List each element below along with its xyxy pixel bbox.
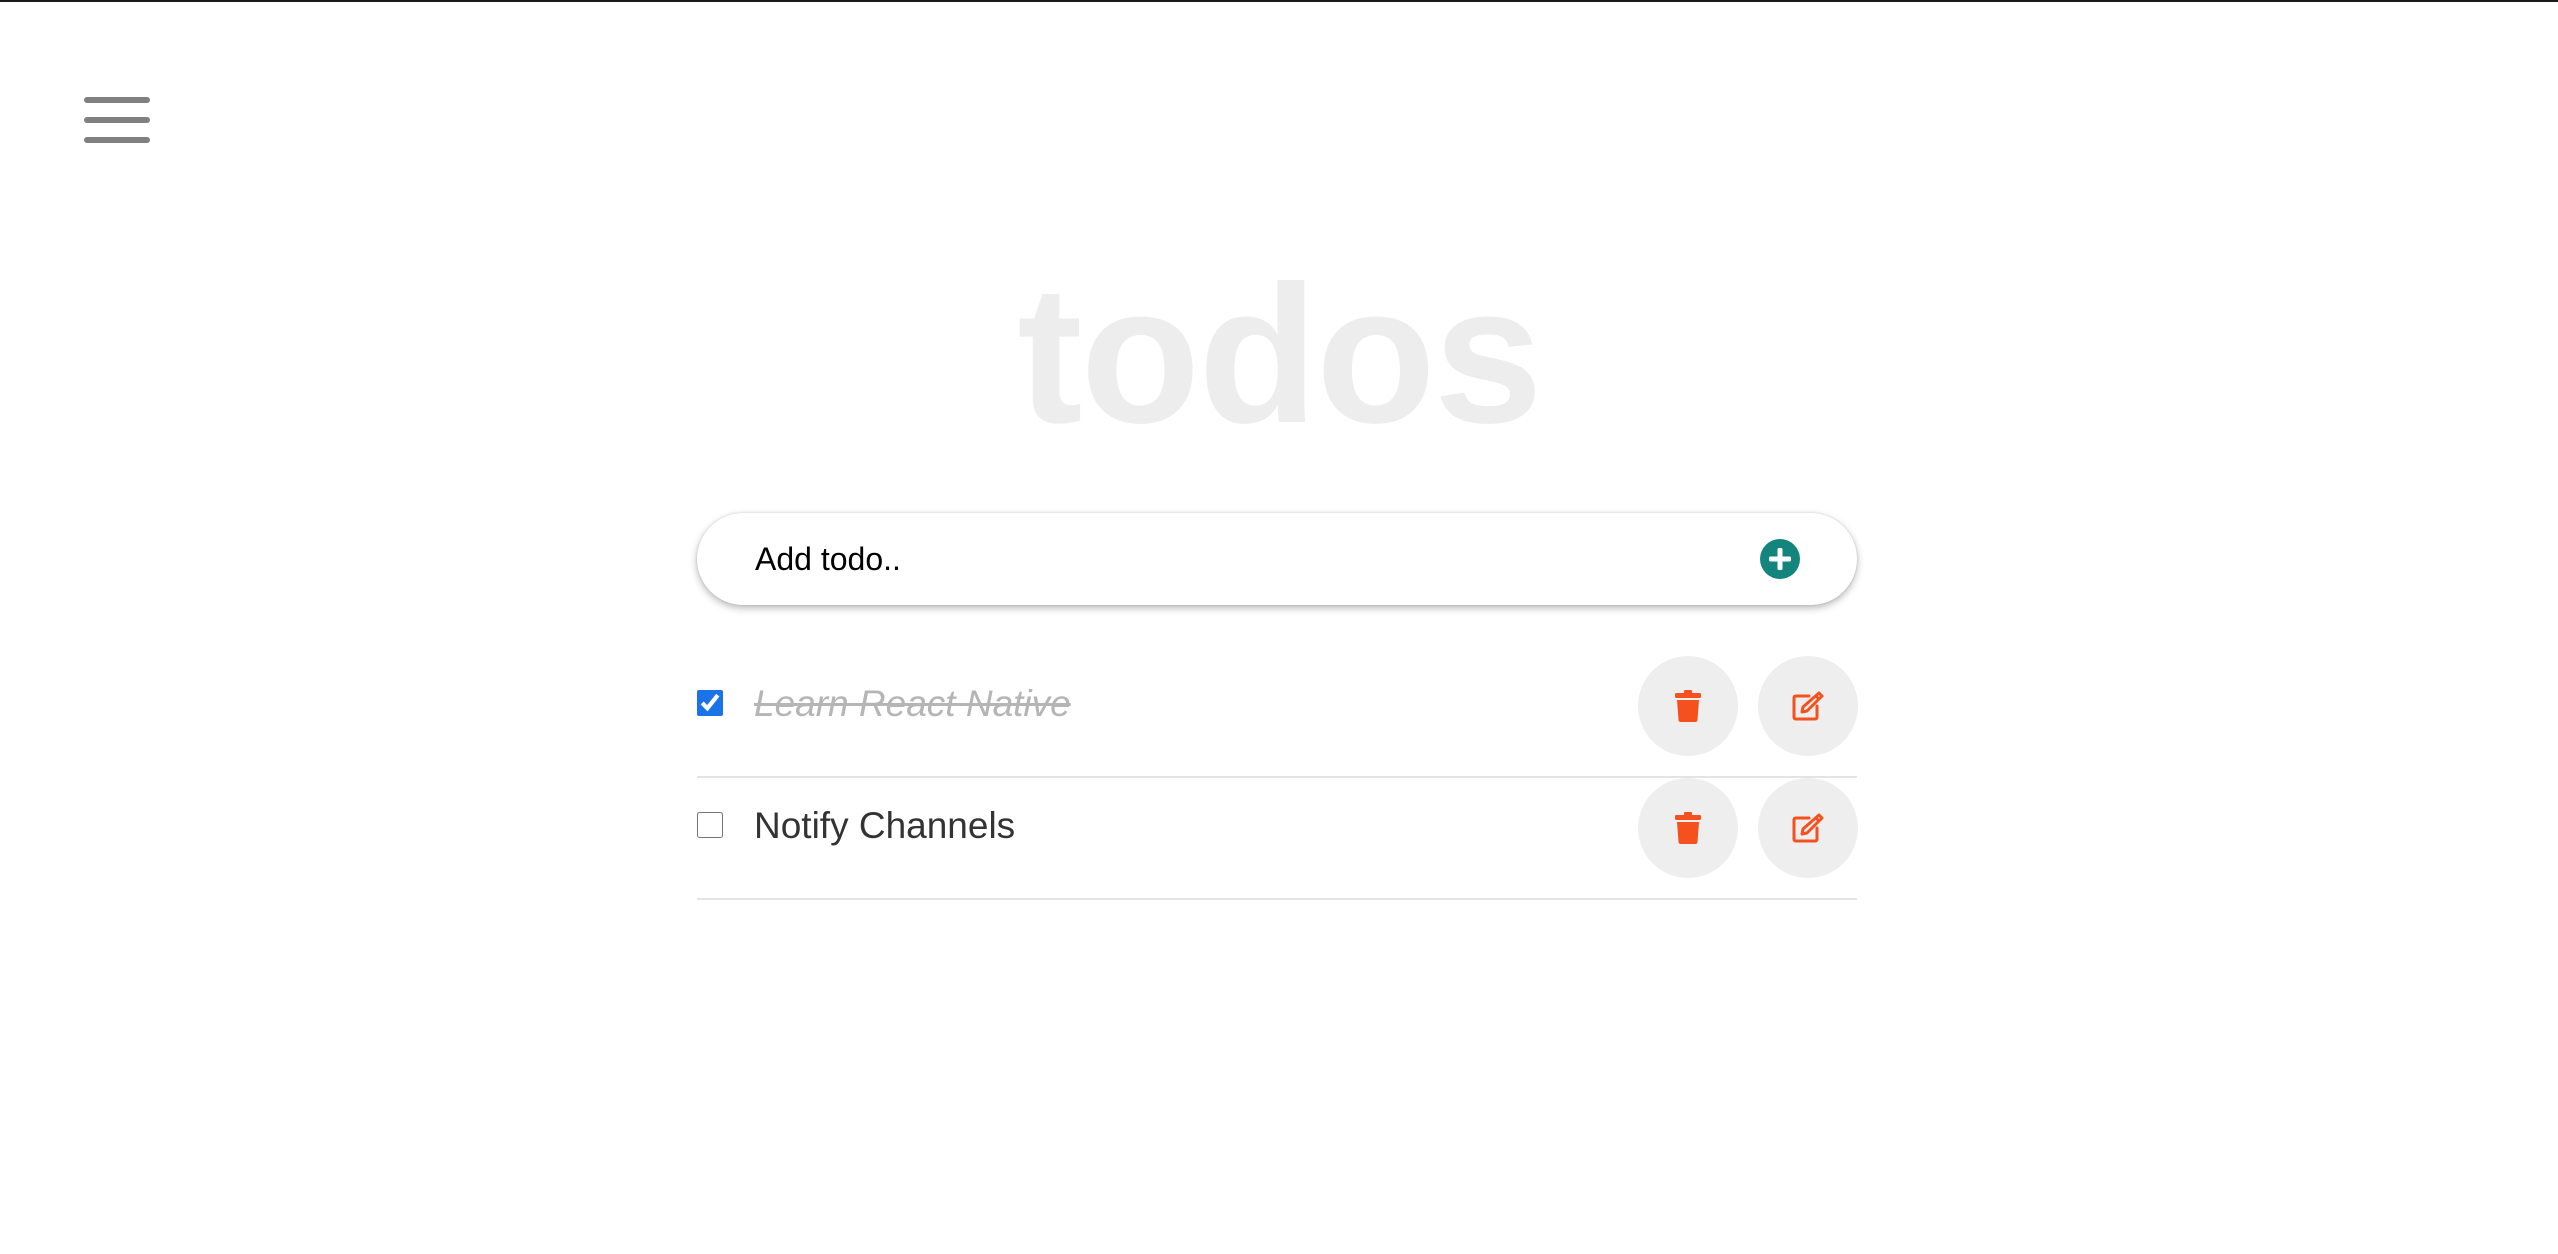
menu-bar [84, 137, 150, 143]
todo-item: Notify Channels [697, 778, 1858, 900]
trash-icon [1675, 690, 1701, 722]
todo-checkbox[interactable] [697, 812, 723, 838]
edit-button[interactable] [1758, 778, 1858, 878]
menu-bar [84, 117, 150, 123]
add-todo-bar [697, 513, 1857, 605]
delete-button[interactable] [1638, 778, 1738, 878]
todo-checkbox[interactable] [697, 690, 723, 716]
top-border [0, 0, 2558, 2]
trash-icon [1675, 812, 1701, 844]
add-todo-button[interactable] [1759, 538, 1801, 580]
delete-button[interactable] [1638, 656, 1738, 756]
add-todo-input[interactable] [755, 513, 1715, 605]
edit-button[interactable] [1758, 656, 1858, 756]
plus-circle-icon [1760, 539, 1800, 579]
edit-icon [1792, 813, 1824, 843]
todo-text: Learn React Native [754, 683, 1071, 724]
hamburger-menu-icon[interactable] [80, 92, 152, 148]
todo-list: Learn React Native Notify Channels [697, 656, 1858, 900]
page-title: todos [1017, 245, 1542, 464]
todo-item: Learn React Native [697, 656, 1858, 778]
todo-text: Notify Channels [754, 805, 1016, 846]
menu-bar [84, 97, 150, 103]
edit-icon [1792, 691, 1824, 721]
